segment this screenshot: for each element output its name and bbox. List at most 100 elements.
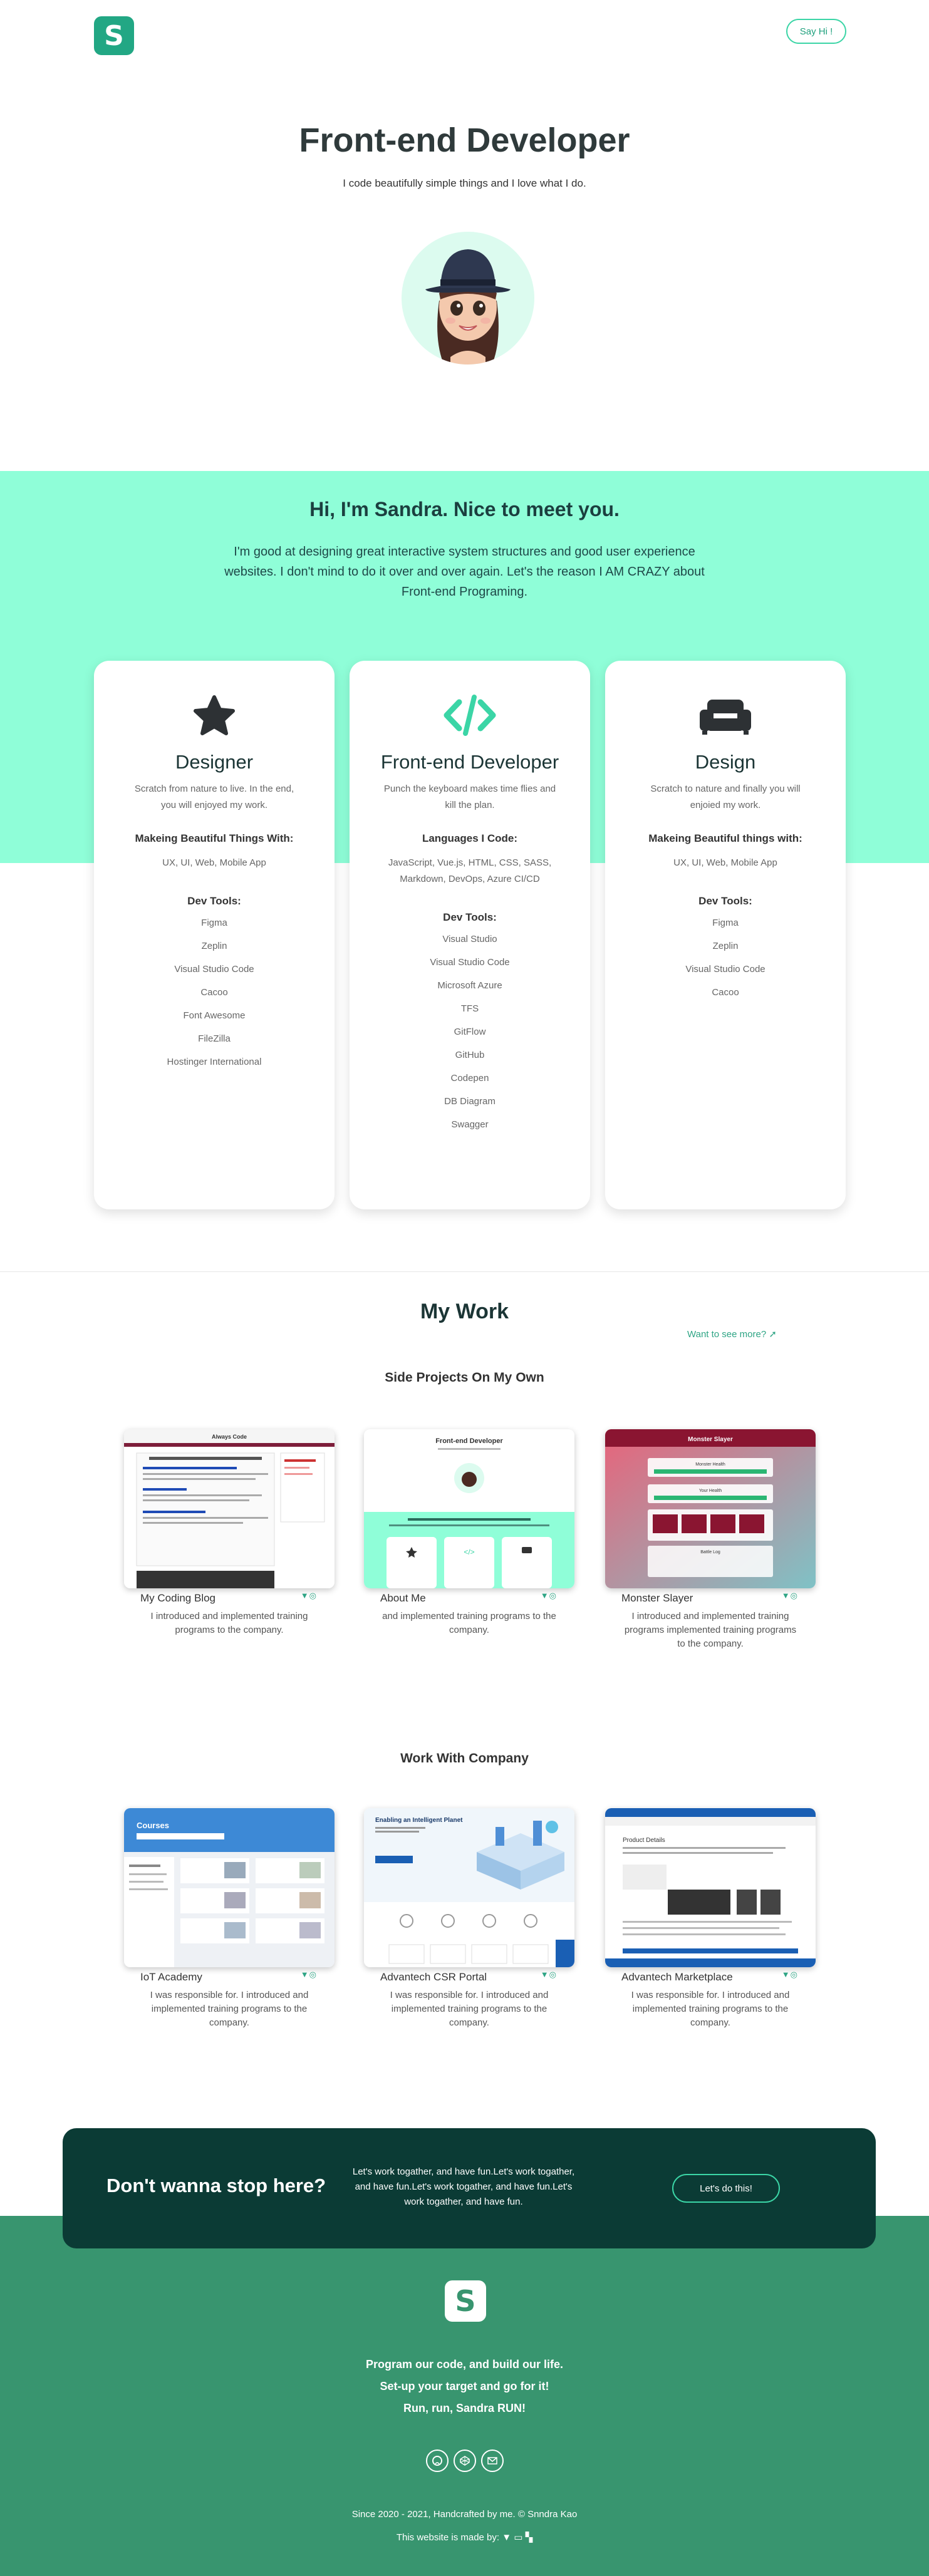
iot-screenshot: Courses bbox=[124, 1808, 335, 1967]
tool-item: Hostinger International bbox=[167, 1057, 262, 1067]
card-section-heading: Makeing Beautiful things with: bbox=[648, 832, 802, 844]
project-meta: About Me ▼◎ bbox=[364, 1591, 574, 1610]
vue-icon[interactable]: ▼ bbox=[541, 1591, 549, 1600]
project-card-monster[interactable]: Monster Slayer Monster Health Your Healt… bbox=[605, 1429, 816, 1651]
copyright: Since 2020 - 2021, Handcrafted by me. © … bbox=[351, 2509, 578, 2520]
project-description: I introduced and implemented training pr… bbox=[150, 1611, 308, 1635]
project-name: Advantech CSR Portal bbox=[380, 1971, 487, 1983]
project-description: I was responsible for. I introduced and … bbox=[631, 1990, 790, 2028]
tool-item: Visual Studio Code bbox=[174, 964, 254, 975]
card-tools-heading: Dev Tools: bbox=[698, 895, 752, 907]
project-card-blog[interactable]: Always Code My Coding Blog ▼◎ I introduc… bbox=[124, 1429, 335, 1637]
footer-line-2: Set-up your target and go for it! bbox=[380, 2380, 549, 2392]
github-icon[interactable]: ◎ bbox=[549, 1591, 557, 1600]
project-name: Advantech Marketplace bbox=[621, 1971, 733, 1983]
vue-icon[interactable]: ▼ bbox=[782, 1591, 791, 1600]
footer-logo[interactable]: S bbox=[445, 2280, 486, 2322]
tool-item: Zeplin bbox=[201, 941, 227, 951]
monster-shot-title: Monster Slayer bbox=[688, 1436, 733, 1443]
cta-button[interactable]: Let's do this! bbox=[672, 2174, 780, 2203]
tool-item: Visual Studio Code bbox=[430, 957, 510, 968]
vue-icon[interactable]: ▼ bbox=[541, 1970, 549, 1979]
card-title: Design bbox=[695, 751, 756, 773]
project-meta: IoT Academy ▼◎ bbox=[124, 1970, 335, 1989]
github-link[interactable] bbox=[426, 2449, 449, 2472]
project-screenshot[interactable]: Enabling an Intelligent Planet bbox=[364, 1808, 574, 1967]
project-screenshot[interactable]: Product Details bbox=[605, 1808, 816, 1967]
card-tools-heading: Dev Tools: bbox=[187, 895, 241, 907]
couch-icon bbox=[700, 700, 751, 735]
tool-item: Microsoft Azure bbox=[437, 980, 502, 991]
say-hi-button[interactable]: Say Hi ! bbox=[786, 19, 846, 44]
tool-item: TFS bbox=[460, 1003, 479, 1014]
project-card-iot[interactable]: Courses IoT Academy ▼◎ I was responsible… bbox=[124, 1808, 335, 2030]
hero-subtitle: I code beautifully simple things and I l… bbox=[343, 177, 586, 189]
project-meta: Advantech CSR Portal ▼◎ bbox=[364, 1970, 574, 1989]
tool-item: GitFlow bbox=[454, 1027, 486, 1037]
codepen-icon bbox=[460, 2456, 470, 2466]
project-screenshot[interactable]: Always Code bbox=[124, 1429, 335, 1588]
card-description: Punch the keyboard makes time flies and … bbox=[383, 784, 556, 810]
card-section-heading: Languages I Code: bbox=[422, 832, 518, 844]
cta-text: Let's work togather, and have fun.Let's … bbox=[352, 2166, 575, 2207]
intro-heading: Hi, I'm Sandra. Nice to meet you. bbox=[309, 498, 620, 520]
marketplace-screenshot: Product Details bbox=[605, 1808, 816, 1967]
tool-item: Figma bbox=[201, 918, 227, 928]
card-description: Scratch from nature to live. In the end,… bbox=[134, 784, 294, 810]
project-screenshot[interactable]: Front-end Developer </> bbox=[364, 1429, 574, 1588]
github-icon[interactable]: ◎ bbox=[791, 1591, 798, 1600]
github-icon[interactable]: ◎ bbox=[309, 1591, 317, 1600]
tool-item: Swagger bbox=[451, 1119, 489, 1130]
card-section-text: UX, UI, Web, Mobile App bbox=[162, 857, 266, 868]
tool-item: Cacoo bbox=[712, 987, 739, 998]
vue-icon[interactable]: ▼ bbox=[301, 1591, 309, 1600]
project-links: ▼◎ bbox=[541, 1970, 557, 1980]
avatar bbox=[402, 232, 534, 365]
project-card-marketplace[interactable]: Product Details Advantech Marketplace ▼◎… bbox=[605, 1808, 816, 2030]
github-icon[interactable]: ◎ bbox=[309, 1970, 317, 1979]
intro-text: I'm good at designing great interactive … bbox=[224, 545, 705, 599]
github-icon[interactable]: ◎ bbox=[791, 1970, 798, 1979]
work-heading: My Work bbox=[420, 1300, 509, 1323]
project-card-csr[interactable]: Enabling an Intelligent Planet Advantech… bbox=[364, 1808, 574, 2030]
blog-screenshot: Always Code bbox=[124, 1429, 335, 1588]
want-more-link[interactable]: Want to see more? ➚ bbox=[687, 1328, 777, 1340]
skill-card-design: Design Scratch to nature and finally you… bbox=[605, 661, 846, 1209]
vue-icon[interactable]: ▼ bbox=[301, 1970, 309, 1979]
project-links: ▼◎ bbox=[301, 1591, 317, 1601]
vuex-icon: ▭ bbox=[514, 2532, 523, 2543]
project-links: ▼◎ bbox=[301, 1970, 317, 1980]
project-screenshot[interactable]: Courses bbox=[124, 1808, 335, 1967]
project-screenshot[interactable]: Monster Slayer Monster Health Your Healt… bbox=[605, 1429, 816, 1588]
logo[interactable]: S bbox=[94, 16, 134, 55]
codepen-link[interactable] bbox=[454, 2449, 476, 2472]
made-by-label: This website is made by: bbox=[396, 2532, 500, 2543]
project-card-about[interactable]: Front-end Developer </> About Me ▼◎ and … bbox=[364, 1429, 574, 1637]
vue-icon[interactable]: ▼ bbox=[782, 1970, 791, 1979]
tool-item: FileZilla bbox=[198, 1033, 231, 1044]
iot-shot-title: Courses bbox=[137, 1821, 169, 1830]
paper-plane-icon: ➚ bbox=[769, 1329, 777, 1340]
cta-heading: Don't wanna stop here? bbox=[106, 2175, 326, 2196]
footer bbox=[0, 2216, 929, 2576]
tool-item: Zeplin bbox=[712, 941, 739, 951]
star-icon bbox=[194, 695, 235, 735]
project-name: My Coding Blog bbox=[140, 1592, 216, 1604]
skill-card-designer: Designer Scratch from nature to live. In… bbox=[94, 661, 335, 1209]
monster-screenshot: Monster Slayer Monster Health Your Healt… bbox=[605, 1429, 816, 1588]
section-divider bbox=[0, 1271, 929, 1272]
project-name: IoT Academy bbox=[140, 1971, 202, 1983]
project-meta: My Coding Blog ▼◎ bbox=[124, 1591, 335, 1610]
github-icon bbox=[432, 2456, 442, 2466]
csr-screenshot: Enabling an Intelligent Planet bbox=[364, 1808, 574, 1967]
project-description: and implemented training programs to the… bbox=[382, 1611, 556, 1635]
github-icon[interactable]: ◎ bbox=[549, 1970, 557, 1979]
card-description: Scratch to nature and finally you will e… bbox=[650, 784, 801, 810]
monster-shot-health: Monster Health bbox=[695, 1462, 725, 1467]
blog-shot-title: Always Code bbox=[212, 1434, 247, 1440]
email-link[interactable] bbox=[481, 2449, 504, 2472]
card-tools-list: Visual Studio Visual Studio Code Microso… bbox=[350, 928, 590, 1136]
card-section-text: UX, UI, Web, Mobile App bbox=[673, 857, 777, 868]
project-links: ▼◎ bbox=[782, 1591, 798, 1601]
card-title: Front-end Developer bbox=[380, 751, 559, 773]
